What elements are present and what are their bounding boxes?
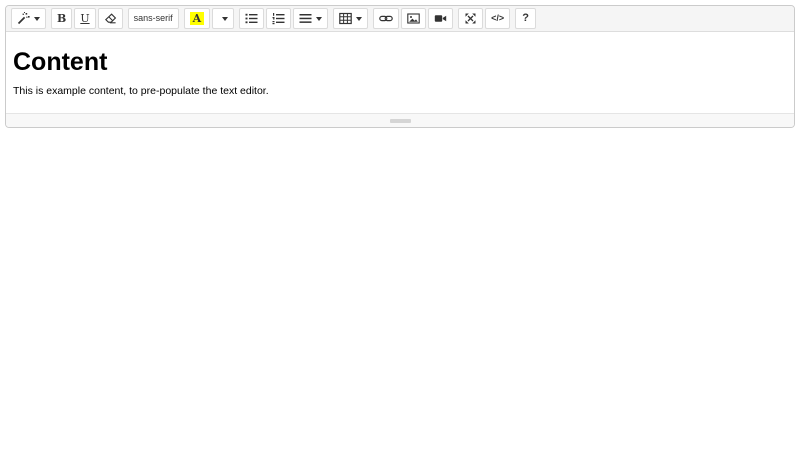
help-icon: ? (522, 12, 530, 24)
fontname-dropdown-button[interactable]: sans-serif (127, 8, 179, 29)
unordered-list-button[interactable] (239, 8, 265, 29)
table-dropdown-button[interactable] (333, 8, 369, 29)
toolbar-group-para (239, 8, 329, 29)
underline-icon: U (80, 12, 90, 25)
toolbar-group-fontname: sans-serif (127, 8, 179, 29)
recent-color-button[interactable]: A (183, 8, 211, 29)
insert-link-button[interactable] (373, 8, 400, 29)
table-icon (339, 12, 352, 25)
unordered-list-icon (245, 12, 258, 25)
editor-statusbar (6, 113, 794, 127)
toolbar-group-style (11, 8, 46, 29)
toolbar-group-color: A (183, 8, 235, 29)
magic-wand-icon (17, 12, 30, 25)
insert-video-button[interactable] (428, 8, 454, 29)
bold-icon: B (57, 12, 67, 25)
content-heading: Content (13, 48, 108, 76)
editor-content-area[interactable]: Content This is example content, to pre-… (6, 32, 794, 113)
toolbar-group-insert (373, 8, 454, 29)
editor-toolbar: B Usans-serif A </>? (6, 6, 794, 32)
paragraph-dropdown-button[interactable] (293, 8, 329, 29)
ordered-list-button[interactable] (266, 8, 292, 29)
clear-formatting-button[interactable] (97, 8, 123, 29)
toolbar-group-view: </> (458, 8, 511, 29)
toolbar-group-font: BU (51, 8, 123, 29)
bold-button[interactable]: B (51, 8, 73, 29)
video-icon (434, 12, 447, 25)
text-editor: B Usans-serif A </>? Content This is exampl… (5, 5, 795, 128)
fullscreen-icon (464, 12, 477, 25)
caret-down-icon (34, 16, 40, 21)
underline-button[interactable]: U (74, 8, 96, 29)
link-icon (379, 12, 393, 25)
codeview-button[interactable]: </> (485, 8, 511, 29)
fullscreen-button[interactable] (458, 8, 484, 29)
insert-picture-button[interactable] (401, 8, 427, 29)
toolbar-group-table (333, 8, 369, 29)
toolbar-group-help: ? (515, 8, 537, 29)
eraser-icon (104, 12, 117, 25)
picture-icon (407, 12, 420, 25)
color-dropdown-button[interactable] (212, 8, 235, 29)
ordered-list-icon (272, 12, 285, 25)
help-button[interactable]: ? (515, 8, 537, 29)
font-color-icon: A (189, 12, 205, 25)
code-view-icon: </> (491, 13, 505, 23)
align-left-icon (299, 12, 312, 25)
style-dropdown-button[interactable] (11, 8, 46, 29)
content-paragraph: This is example content, to pre-populate… (13, 84, 269, 97)
caret-down-icon (356, 16, 363, 21)
caret-down-icon (316, 16, 323, 21)
fontname-label: sans-serif (133, 13, 173, 23)
resize-handle[interactable] (389, 118, 411, 123)
caret-down-icon (222, 16, 229, 21)
page: B Usans-serif A </>? Content This is exampl… (0, 0, 800, 133)
